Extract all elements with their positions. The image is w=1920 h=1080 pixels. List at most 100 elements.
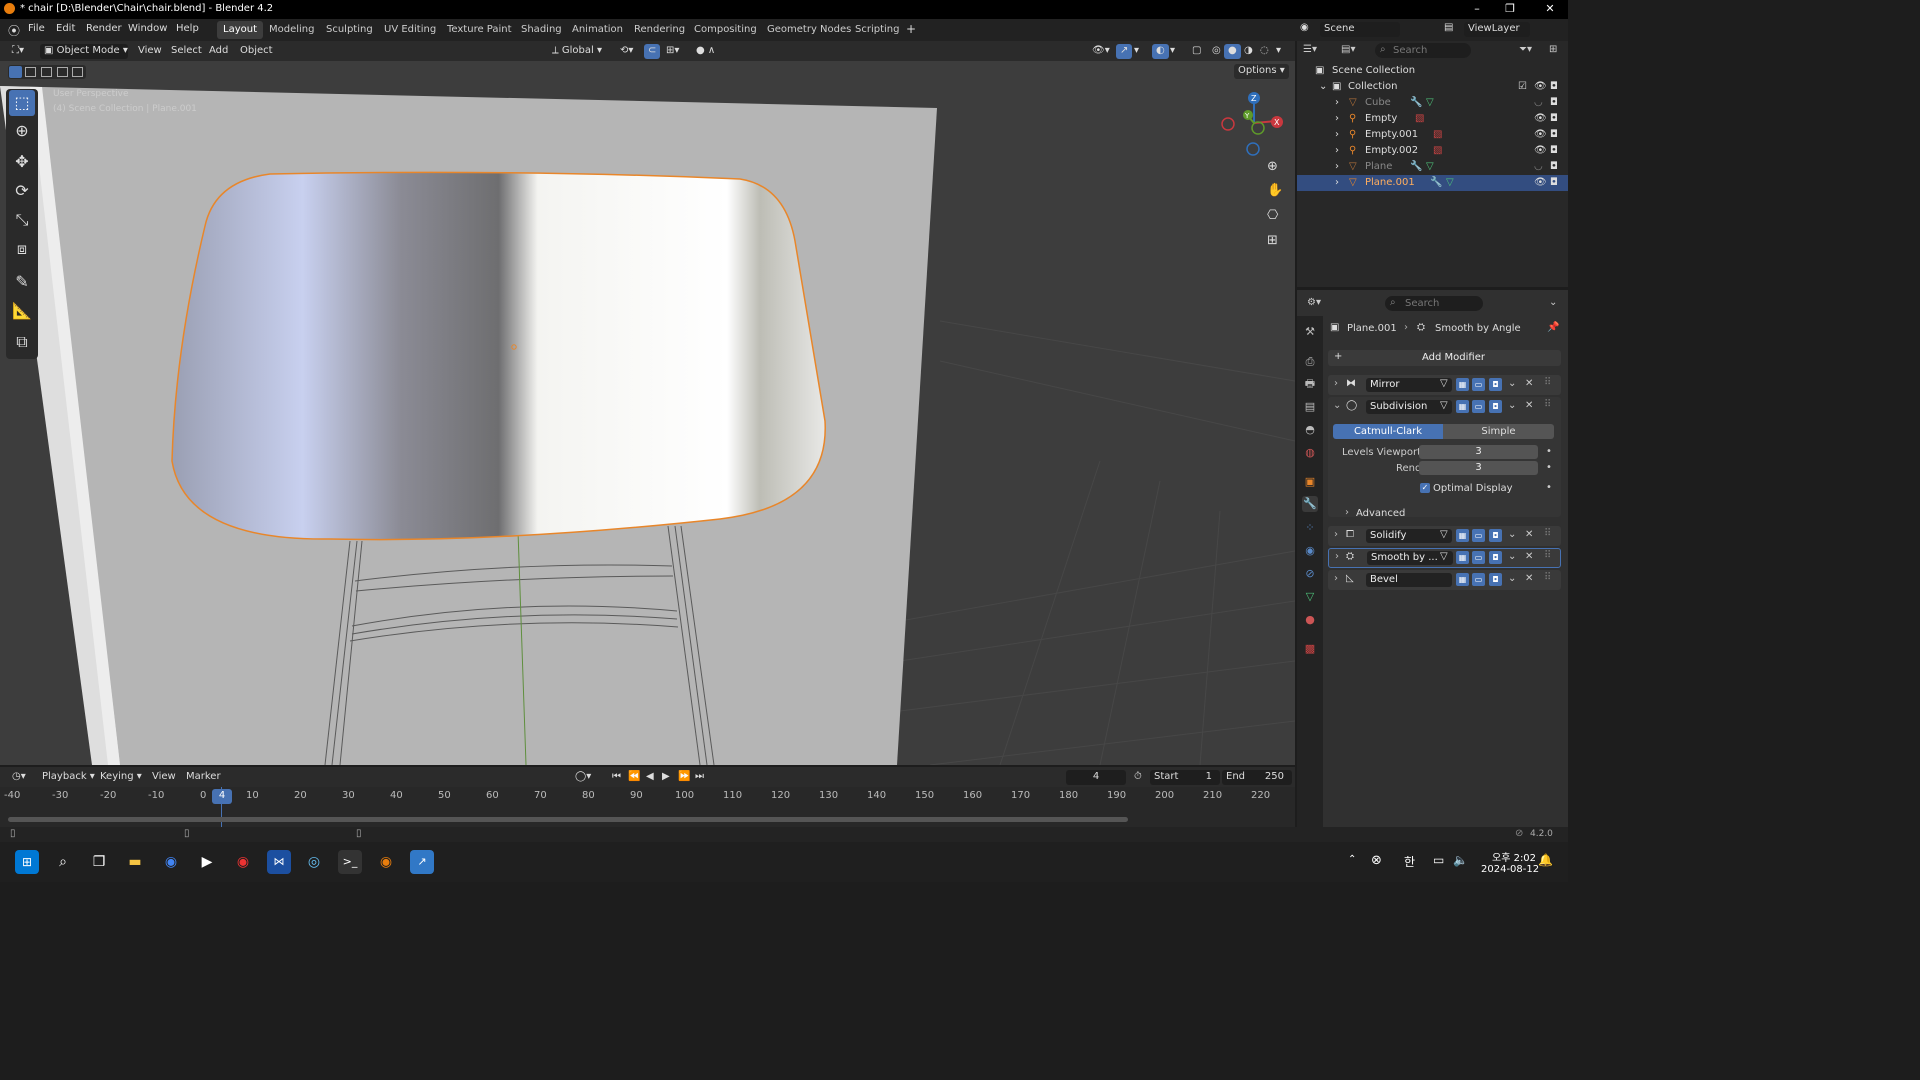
current-frame-field[interactable]: 4 <box>1066 770 1126 785</box>
youtube-music-icon[interactable]: ◉ <box>231 850 255 874</box>
tab-texture-paint[interactable]: Texture Paint <box>441 21 518 39</box>
add-modifier-button[interactable]: + Add Modifier <box>1328 350 1561 366</box>
scene-tab-icon[interactable]: ◓ <box>1302 422 1318 438</box>
maximize-button[interactable]: ❐ <box>1495 0 1525 19</box>
new-collection-icon[interactable]: ⊞ <box>1549 44 1557 55</box>
menu-file[interactable]: File <box>28 23 45 34</box>
camera-icon[interactable]: ◘ <box>1550 113 1558 124</box>
volume-icon[interactable]: 🔈 <box>1453 853 1468 867</box>
clock-date[interactable]: 2024-08-12 <box>1481 864 1539 875</box>
chevron-down-icon[interactable]: ⌄ <box>1549 297 1557 308</box>
properties-search-input[interactable]: ⌕ Search <box>1385 296 1483 311</box>
menu-help[interactable]: Help <box>176 23 199 34</box>
keyframe-dot-icon[interactable]: • <box>1546 446 1552 457</box>
on-cage-icon[interactable]: ▦ <box>1456 551 1469 564</box>
menu-render[interactable]: Render <box>86 23 122 34</box>
navigation-gizmo[interactable]: Z X Y <box>1221 92 1283 156</box>
outliner-item-plane[interactable]: › ▽ Plane 🔧 ▽ ◡ ◘ <box>1297 159 1568 175</box>
edit-mode-icon[interactable]: ▽ <box>1440 378 1448 389</box>
app-icon[interactable]: ↗ <box>410 850 434 874</box>
app-tray-icon[interactable]: ⊗ <box>1371 853 1382 868</box>
tab-sculpting[interactable]: Sculpting <box>320 21 379 39</box>
timeline-editor-icon[interactable]: ◷▾ <box>8 770 30 785</box>
menu-view[interactable]: View <box>134 44 166 59</box>
tab-geometry-nodes[interactable]: Geometry Nodes <box>761 21 857 39</box>
viewport-display-icon[interactable]: ▭ <box>1472 573 1485 586</box>
chevron-right-icon[interactable]: › <box>1334 529 1338 540</box>
properties-editor-icon[interactable]: ⚙▾ <box>1307 297 1321 308</box>
menu-edit[interactable]: Edit <box>56 23 75 34</box>
levels-viewport-field[interactable]: 3 <box>1419 445 1538 459</box>
render-toggle-icon[interactable]: ◘ <box>1489 529 1502 542</box>
select-subtract-icon[interactable] <box>41 67 52 77</box>
render-toggle-icon[interactable]: ◘ <box>1489 400 1502 413</box>
close-icon[interactable]: ✕ <box>1525 378 1533 389</box>
close-icon[interactable]: ✕ <box>1525 551 1533 562</box>
annotate-tool-icon[interactable]: ✎ <box>9 269 35 295</box>
scale-tool-icon[interactable]: ⤡ <box>9 207 35 233</box>
start-frame-field[interactable]: Start 1 <box>1150 770 1220 785</box>
terminal-icon[interactable]: >_ <box>338 850 362 874</box>
render-tab-icon[interactable]: ⎙ <box>1302 354 1318 370</box>
solid-shading-icon[interactable]: ● <box>1224 44 1241 59</box>
notification-bell-icon[interactable]: 🔔 <box>1538 853 1553 867</box>
timeline-scrollbar[interactable] <box>8 817 1128 822</box>
mode-selector[interactable]: ▣ Object Mode ▾ <box>40 44 128 59</box>
chevron-down-icon[interactable]: ⌄ <box>1508 400 1516 411</box>
media-player-icon[interactable]: ▶ <box>195 850 219 874</box>
material-tab-icon[interactable]: ● <box>1302 612 1318 628</box>
select-box-tool-icon[interactable]: ⬚ <box>9 90 35 116</box>
options-dropdown[interactable]: Options ▾ <box>1234 64 1289 79</box>
jump-to-end-icon[interactable]: ⏭ <box>691 770 708 785</box>
playback-menu[interactable]: Playback ▾ <box>38 770 99 785</box>
end-frame-field[interactable]: End 250 <box>1222 770 1292 785</box>
render-toggle-icon[interactable]: ◘ <box>1489 378 1502 391</box>
modifier-tab-icon[interactable]: 🔧 <box>1302 496 1318 512</box>
outliner-item-empty-002[interactable]: › ⚲ Empty.002 ▧ 👁 ◘ <box>1297 143 1568 159</box>
play-icon[interactable]: ▶ <box>658 770 674 785</box>
eye-icon[interactable]: 👁 <box>1534 145 1547 156</box>
tool-tab-icon[interactable]: ⚒ <box>1302 324 1318 340</box>
file-explorer-icon[interactable]: ▬ <box>123 850 147 874</box>
eye-icon[interactable]: 👁 <box>1534 81 1547 92</box>
render-toggle-icon[interactable]: ◘ <box>1489 551 1502 564</box>
tab-shading[interactable]: Shading <box>515 21 568 39</box>
shading-dropdown-icon[interactable]: ▾ <box>1272 44 1285 59</box>
zoom-icon[interactable]: ⊕ <box>1267 159 1278 174</box>
3d-viewport[interactable]: Z X Y User Perspective (4) Scene Collect… <box>0 61 1295 765</box>
close-icon[interactable]: ✕ <box>1525 400 1533 411</box>
menu-add[interactable]: Add <box>205 44 232 59</box>
tab-modeling[interactable]: Modeling <box>263 21 321 39</box>
edit-mode-icon[interactable]: ▽ <box>1440 551 1448 562</box>
jump-to-start-icon[interactable]: ⏮ <box>608 770 625 785</box>
steam-icon[interactable]: ◎ <box>302 850 326 874</box>
windows-start-icon[interactable]: ⊞ <box>15 850 39 874</box>
add-workspace-icon[interactable]: + <box>906 22 916 36</box>
chair-seat-mesh[interactable] <box>171 171 826 541</box>
rotate-tool-icon[interactable]: ⟳ <box>9 178 35 204</box>
task-view-icon[interactable]: ❐ <box>87 850 111 874</box>
modifier-smooth-by-angle[interactable]: › ⛭ Smooth by ... ▽ ▦ ▭ ◘ ⌄ ✕ ⠿ <box>1328 548 1561 568</box>
chevron-down-icon[interactable]: ⌄ <box>1508 573 1516 584</box>
menu-object[interactable]: Object <box>236 44 277 59</box>
keyframe-dot-icon[interactable]: • <box>1546 462 1552 473</box>
on-cage-icon[interactable]: ▦ <box>1456 529 1469 542</box>
on-cage-icon[interactable]: ▦ <box>1456 400 1469 413</box>
auto-keying-icon[interactable]: ◯▾ <box>571 770 595 785</box>
world-tab-icon[interactable]: ◍ <box>1302 445 1318 461</box>
pan-hand-icon[interactable]: ✋ <box>1267 183 1283 198</box>
camera-icon[interactable]: ◘ <box>1550 97 1558 108</box>
chevron-down-icon[interactable]: ⌄ <box>1508 378 1516 389</box>
blender-taskbar-icon[interactable]: ◉ <box>374 850 398 874</box>
play-reverse-icon[interactable]: ◀ <box>642 770 658 785</box>
view-layer-tab-icon[interactable]: ▤ <box>1302 399 1318 415</box>
camera-icon[interactable]: ◘ <box>1550 145 1558 156</box>
select-extend-icon[interactable] <box>25 67 36 77</box>
outliner-item-cube[interactable]: › ▽ Cube 🔧 ▽ ◡ ◘ <box>1297 95 1568 111</box>
timeline-area[interactable]: -40 -30 -20 -10 0 10 20 30 40 50 60 70 8… <box>0 787 1295 827</box>
drag-handle-icon[interactable]: ⠿ <box>1544 572 1551 583</box>
timeline-view-menu[interactable]: View <box>148 770 180 785</box>
modifier-name-field[interactable]: Bevel <box>1366 573 1452 587</box>
eye-icon[interactable]: 👁 <box>1534 113 1547 124</box>
drag-handle-icon[interactable]: ⠿ <box>1544 528 1551 539</box>
